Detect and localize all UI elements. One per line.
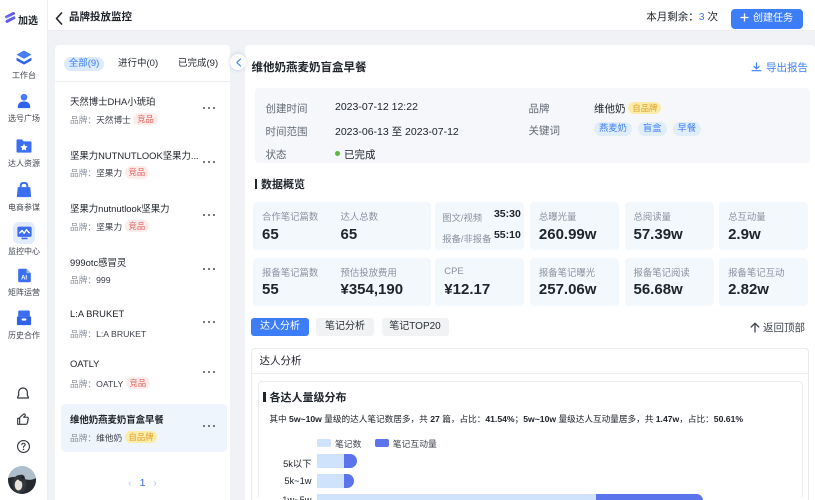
svg-text:AI: AI xyxy=(21,275,27,281)
